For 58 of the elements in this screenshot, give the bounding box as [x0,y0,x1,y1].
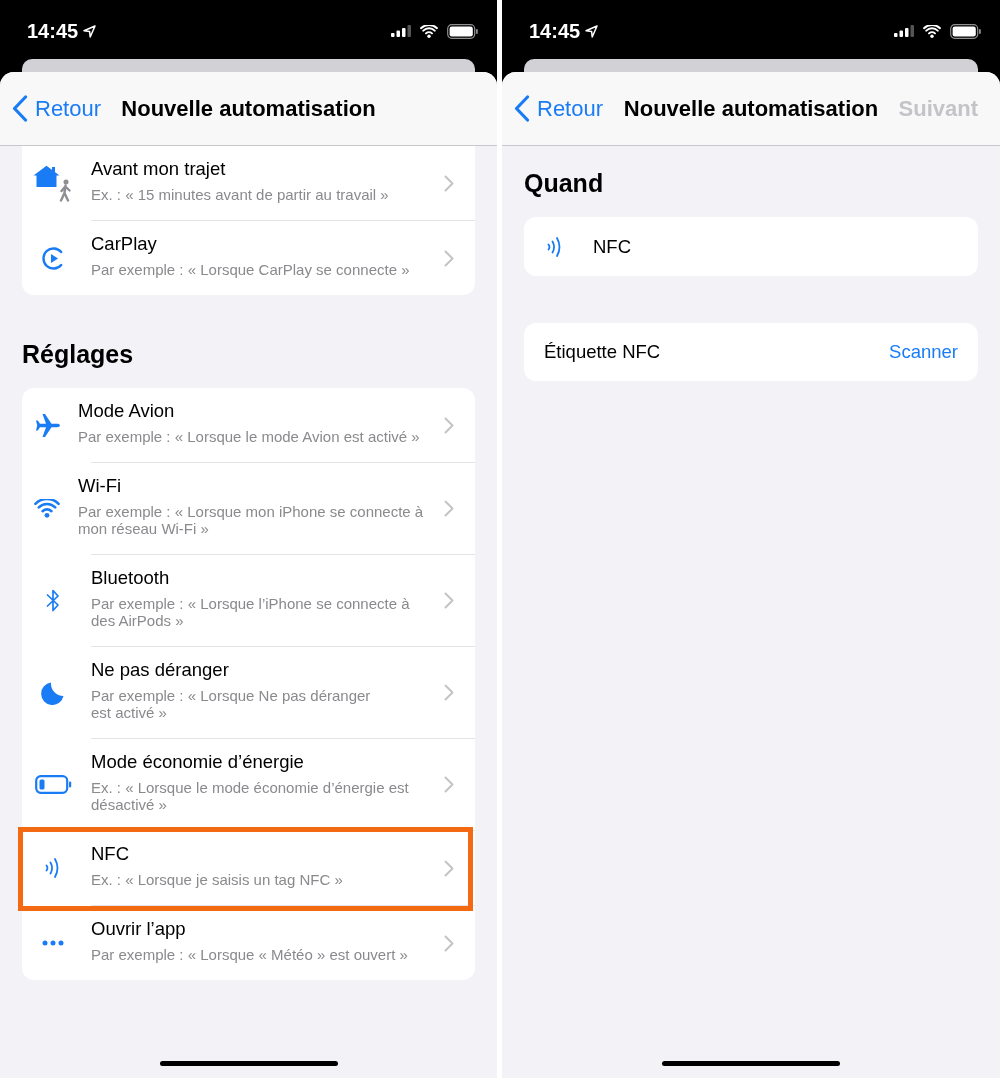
nav-title: Nouvelle automatisation [121,94,376,123]
option-title[interactable]: Avant mon trajet [91,157,439,181]
status-time: 14:45 [529,19,581,43]
contactless-icon [547,235,563,258]
option-description: Par exemple : « Lorsque l’iPhone se connecte à des AirPods » [91,595,411,629]
house-walker-icon [33,164,73,202]
chevron-right-icon [444,859,454,877]
option-description: Ex. : « Lorsque le mode économie d’énergie est désactivé » [91,779,410,813]
option-description: Par exemple : « Lorsque le mode Avion est activé » [78,428,421,445]
option-description: Par exemple : « Lorsque CarPlay se connecte » [91,261,411,278]
option-description: Ex. : « Lorsque je saisis un tag NFC » [91,871,344,888]
bluetooth-icon [46,588,60,613]
moon-icon [41,680,65,705]
play-circle-icon [42,246,65,270]
section-heading: Réglages [22,339,135,370]
trigger-label: NFC [593,234,632,259]
chevron-right-icon [444,249,454,267]
option-title[interactable]: Ouvrir l’app [91,917,439,941]
option-title[interactable]: Ne pas déranger [91,658,439,682]
location-arrow-icon [585,24,599,38]
option-description: Par exemple : « Lorsque mon iPhone se connecte à mon réseau Wi-Fi » [78,503,425,537]
back-button[interactable]: Retour [502,94,604,123]
chevron-left-icon [12,95,28,122]
option-title[interactable]: Mode Avion [78,399,439,423]
option-description: Par exemple : « Lorsque Ne pas déranger est activé » [91,687,372,721]
chevron-left-icon [514,95,530,122]
battery-icon [447,23,478,39]
chevron-right-icon [444,934,454,952]
option-title[interactable]: NFC [91,842,439,866]
option-description: Par exemple : « Lorsque « Météo » est ouvert » [91,946,409,963]
option-description: Ex. : « 15 minutes avant de partir au travail » [91,186,390,203]
chevron-right-icon [444,684,454,701]
chevron-right-icon [444,174,454,192]
section-heading: Quand [524,168,605,199]
chevron-right-icon [444,416,454,434]
airplane-icon [35,412,61,438]
wifi-icon [34,499,60,518]
scan-button[interactable]: Scanner [889,340,958,364]
option-title[interactable]: Wi-Fi [78,474,439,498]
status-time: 14:45 [27,19,79,43]
wifi-icon [923,24,941,38]
contactless-icon [45,857,61,879]
battery-icon [950,23,981,39]
option-title[interactable]: CarPlay [91,232,439,256]
chevron-right-icon [444,776,454,793]
wifi-icon [420,24,438,38]
option-title[interactable]: Bluetooth [91,566,439,590]
ellipsis-icon [42,940,64,946]
option-title[interactable]: Mode économie d’énergie [91,750,439,774]
chevron-right-icon [444,500,454,517]
nav-title: Nouvelle automatisation [623,94,879,123]
field-label: Étiquette NFC [544,340,661,364]
battery-icon [35,775,72,794]
signal-icon [391,25,411,37]
signal-icon [894,25,914,37]
back-button[interactable]: Retour [0,94,102,123]
chevron-right-icon [444,592,454,609]
location-arrow-icon [83,24,97,38]
